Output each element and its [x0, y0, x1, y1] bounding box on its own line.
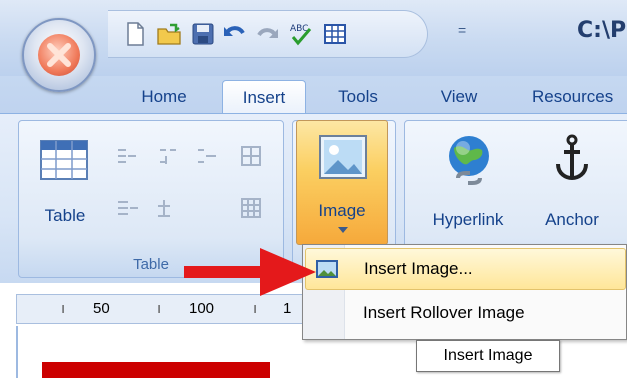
- table-grid-icon[interactable]: [322, 21, 348, 47]
- qat-customize-dropdown[interactable]: =: [458, 22, 466, 38]
- tab-tools[interactable]: Tools: [328, 80, 388, 114]
- table-button[interactable]: Table: [30, 124, 100, 244]
- table-button-label: Table: [44, 206, 86, 225]
- menu-item-insert-image-label: Insert Image...: [364, 259, 473, 278]
- annotation-arrow-icon: [184, 248, 316, 296]
- ruler-mark-50: 50: [93, 300, 110, 317]
- chevron-down-icon: [338, 227, 348, 233]
- table-icon: [40, 140, 88, 180]
- hyperlink-button-label: Hyperlink: [432, 210, 504, 229]
- redo-icon[interactable]: [254, 21, 280, 47]
- image-dropdown-menu: Insert Image... Insert Rollover Image: [302, 244, 627, 340]
- undo-icon[interactable]: [222, 21, 248, 47]
- open-folder-icon[interactable]: [156, 21, 182, 47]
- globe-link-icon: [449, 136, 489, 185]
- save-icon[interactable]: [190, 21, 216, 47]
- image-icon: [319, 135, 367, 179]
- quick-access-toolbar: ABC: [108, 10, 428, 58]
- document-red-block: [42, 362, 270, 378]
- app-logo-icon: [38, 34, 80, 76]
- image-button[interactable]: Image: [296, 120, 388, 245]
- spell-check-icon[interactable]: ABC: [288, 21, 314, 47]
- tab-view[interactable]: View: [432, 80, 486, 114]
- tab-insert[interactable]: Insert: [222, 80, 306, 114]
- anchor-button[interactable]: Anchor: [532, 124, 612, 244]
- application-menu-button[interactable]: [22, 18, 96, 92]
- new-document-icon[interactable]: [122, 21, 148, 47]
- tab-home[interactable]: Home: [128, 80, 200, 114]
- anchor-icon: [556, 134, 588, 181]
- menu-item-insert-rollover-image-label: Insert Rollover Image: [363, 303, 525, 322]
- ruler-mark-100: 100: [189, 300, 215, 317]
- file-path-title: C:\P: [577, 18, 627, 43]
- table-tools-row-1: [118, 146, 261, 166]
- anchor-button-label: Anchor: [545, 210, 599, 229]
- tab-resources[interactable]: Resources: [532, 80, 627, 114]
- image-button-label: Image: [318, 201, 366, 220]
- table-tools-row-2: [118, 198, 261, 218]
- menu-item-insert-rollover-image[interactable]: Insert Rollover Image: [305, 293, 626, 335]
- ruler-mark-150: 1: [283, 300, 292, 317]
- menu-item-insert-image[interactable]: Insert Image...: [305, 248, 626, 290]
- tooltip: Insert Image: [416, 340, 560, 372]
- hyperlink-button[interactable]: Hyperlink: [418, 124, 518, 244]
